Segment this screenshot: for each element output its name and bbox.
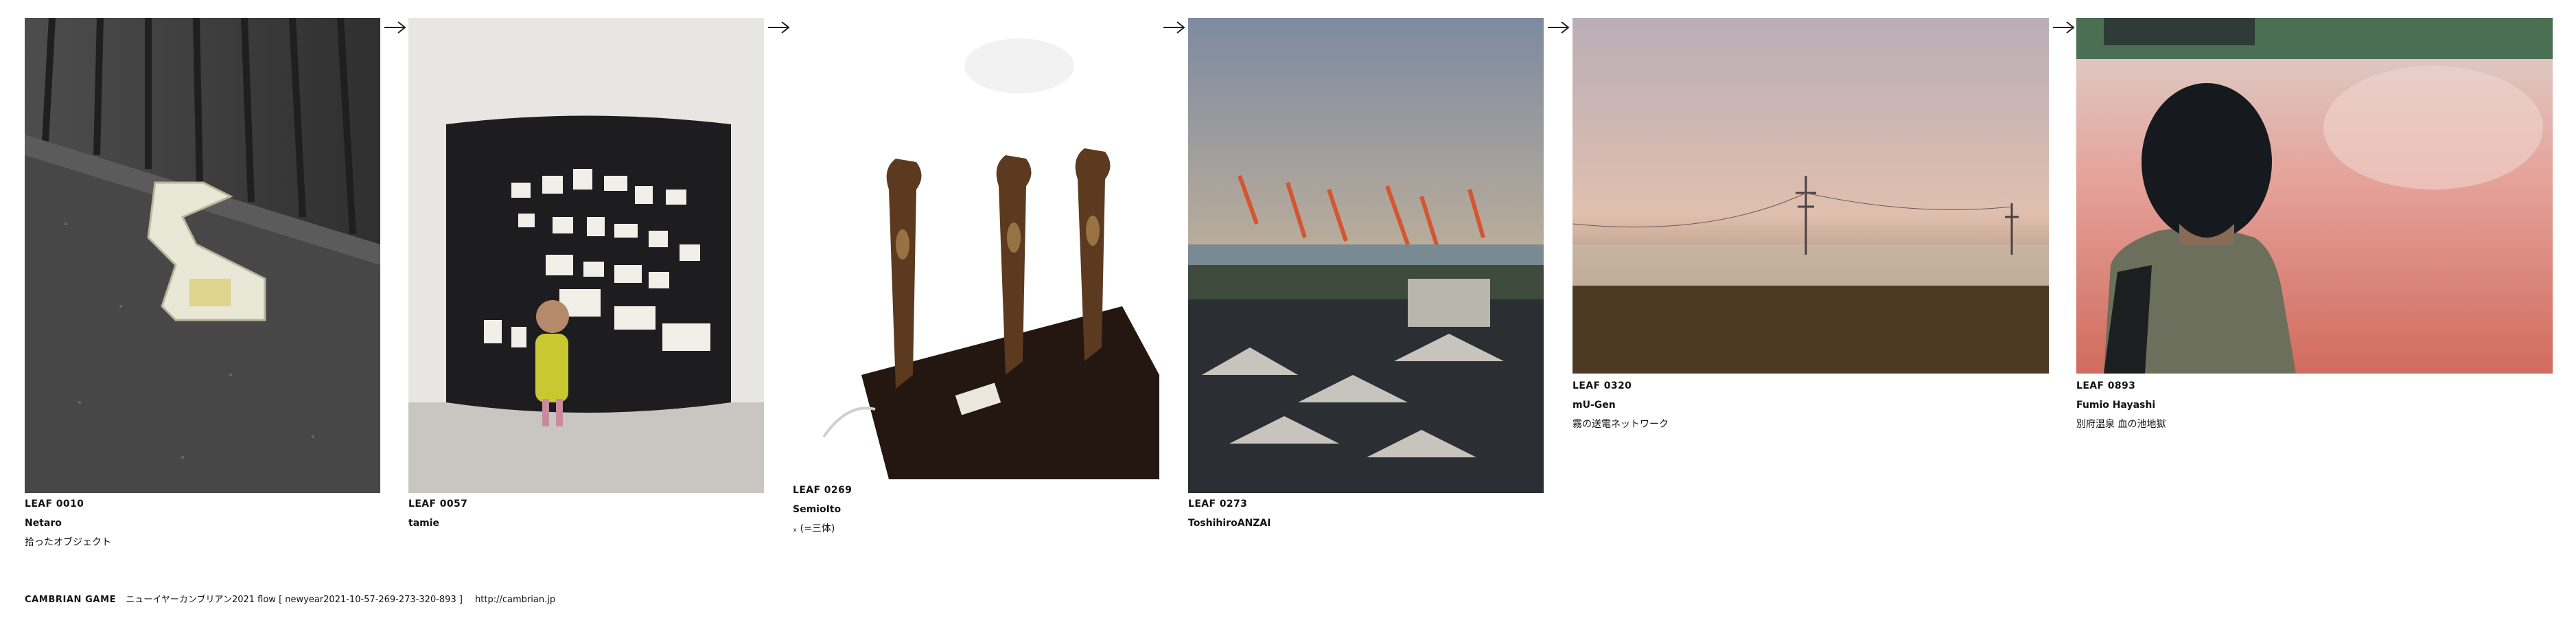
photo-three-giraffes <box>793 18 1159 479</box>
leaf-caption-0057: LEAF 0057 tamie <box>408 494 467 533</box>
footer: CAMBRIAN GAME ニューイヤーカンブリアン2021 flow [ ne… <box>25 593 555 607</box>
leaf-id: LEAF 0893 <box>2076 380 2136 391</box>
right-arrow-icon <box>768 21 790 34</box>
footer-link[interactable]: http://cambrian.jp <box>475 595 555 605</box>
photo-fog-power-lines <box>1573 18 2049 374</box>
photo-city-cranes <box>1188 18 1544 493</box>
footer-flow-text: ニューイヤーカンブリアン2021 flow [ newyear2021-10-5… <box>126 595 463 605</box>
photo-blood-pond-hot-spring <box>2076 18 2553 374</box>
leaf-id: LEAF 0320 <box>1573 380 1632 391</box>
leaf-id: LEAF 0273 <box>1188 499 1248 510</box>
leaf-caption-0273: LEAF 0273 ToshihiroANZAI <box>1188 494 1270 533</box>
leaf-title: 別府温泉 血の池地獄 <box>2076 419 2166 430</box>
leaf-author[interactable]: mU-Gen <box>1573 396 1669 415</box>
leaf-title: 拾ったオブジェクト <box>25 537 111 548</box>
leaf-author[interactable]: tamie <box>408 514 467 533</box>
right-arrow-icon <box>1548 21 1570 34</box>
leaf-photo-0057[interactable] <box>408 18 764 493</box>
leaf-id: LEAF 0269 <box>793 485 852 496</box>
leaf-author[interactable]: Fumio Hayashi <box>2076 396 2166 415</box>
leaf-author[interactable]: ToshihiroANZAI <box>1188 514 1270 533</box>
leaf-photo-0269[interactable] <box>793 18 1159 479</box>
right-arrow-icon <box>1163 21 1185 34</box>
leaf-photo-0893[interactable] <box>2076 18 2553 374</box>
footer-brand: CAMBRIAN GAME <box>25 595 117 605</box>
leaf-photo-0273[interactable] <box>1188 18 1544 493</box>
leaf-photo-0010[interactable] <box>25 18 380 493</box>
leaf-caption-0320: LEAF 0320 mU-Gen 霧の送電ネットワーク <box>1573 376 1669 434</box>
leaf-author[interactable]: SemioIto <box>793 500 852 519</box>
leaf-author[interactable]: Netaro <box>25 514 111 533</box>
leaf-title: ₓ (=三体) <box>793 523 835 534</box>
leaf-caption-0010: LEAF 0010 Netaro 拾ったオブジェクト <box>25 494 111 552</box>
leaf-photo-0320[interactable] <box>1573 18 2049 374</box>
leaf-title: 霧の送電ネットワーク <box>1573 419 1669 430</box>
photo-paper-object-on-asphalt <box>25 18 380 493</box>
leaf-id: LEAF 0010 <box>25 499 84 510</box>
leaf-caption-0893: LEAF 0893 Fumio Hayashi 別府温泉 血の池地獄 <box>2076 376 2166 434</box>
photo-child-and-board <box>408 18 764 493</box>
right-arrow-icon <box>384 21 406 34</box>
leaf-id: LEAF 0057 <box>408 499 468 510</box>
leaf-caption-0269: LEAF 0269 SemioIto ₓ (=三体) <box>793 481 852 538</box>
right-arrow-icon <box>2053 21 2075 34</box>
